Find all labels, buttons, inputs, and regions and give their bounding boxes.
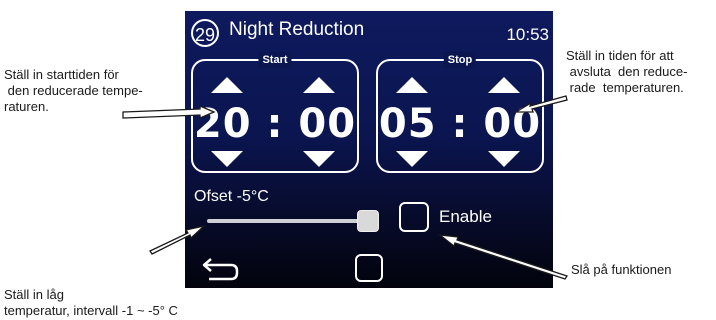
offset-callout-arrow xyxy=(149,224,207,255)
start-callout-arrow xyxy=(122,105,216,119)
callout-arrows xyxy=(122,95,569,280)
enable-callout-arrow xyxy=(437,234,569,280)
stop-callout-arrow xyxy=(513,95,568,113)
